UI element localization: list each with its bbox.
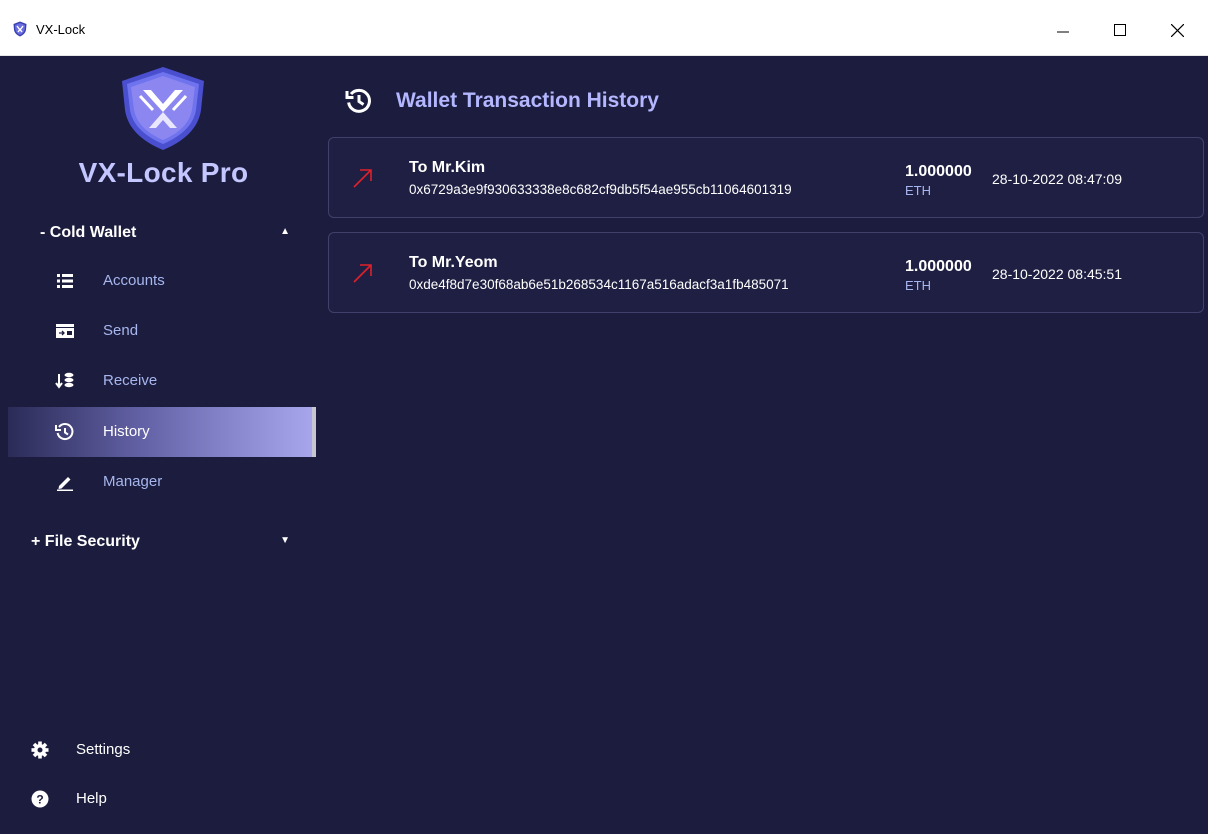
minimize-button[interactable] — [1040, 10, 1086, 50]
maximize-button[interactable] — [1097, 10, 1143, 50]
sidebar-item-receive[interactable]: Receive — [8, 356, 314, 406]
transaction-hash: 0x6729a3e9f930633338e8c682cf9db5f54ae955… — [409, 182, 792, 197]
gear-icon — [31, 741, 49, 759]
page-title: Wallet Transaction History — [396, 89, 659, 112]
help-label: Help — [76, 790, 107, 807]
transaction-unit: ETH — [905, 278, 931, 293]
sidebar-item-label: Send — [103, 322, 139, 339]
wallet-send-icon — [55, 321, 75, 341]
sidebar: VX-Lock Pro - Cold Wallet ▲ Accounts Sen… — [0, 56, 316, 834]
minimize-icon — [1057, 31, 1069, 33]
caret-up-icon: ▲ — [280, 226, 290, 237]
help-button[interactable]: ? Help — [0, 784, 316, 814]
group-label: + File Security — [31, 533, 140, 550]
brand-logo — [122, 67, 204, 150]
outgoing-arrow-icon — [353, 169, 372, 188]
window-title: VX-Lock — [36, 22, 86, 37]
pen-icon — [55, 472, 75, 492]
transaction-hash: 0xde4f8d7e30f68ab6e51b268534c1167a516ada… — [409, 277, 789, 292]
receive-coins-icon — [55, 371, 75, 391]
sidebar-item-send[interactable]: Send — [8, 306, 314, 356]
app-shield-icon — [13, 21, 27, 37]
transaction-card[interactable]: To Mr.Kim 0x6729a3e9f930633338e8c682cf9d… — [328, 137, 1204, 218]
transaction-amount: 1.000000 — [905, 163, 972, 180]
history-icon — [345, 88, 371, 113]
close-button[interactable] — [1154, 10, 1200, 50]
sidebar-item-history[interactable]: History — [8, 407, 316, 457]
group-file-security[interactable]: + File Security ▼ — [31, 533, 291, 557]
sidebar-item-accounts[interactable]: Accounts — [8, 256, 314, 306]
help-icon: ? — [31, 790, 49, 808]
settings-button[interactable]: Settings — [0, 735, 316, 765]
svg-text:?: ? — [36, 793, 43, 807]
sidebar-item-label: Receive — [103, 372, 158, 389]
transaction-amount: 1.000000 — [905, 258, 972, 275]
window-titlebar: VX-Lock — [0, 0, 1208, 56]
outgoing-arrow-icon — [353, 264, 372, 283]
brand-title: VX-Lock Pro — [78, 157, 249, 188]
main-content: Wallet Transaction History To Mr.Kim 0x6… — [316, 56, 1208, 834]
sidebar-item-manager[interactable]: Manager — [8, 457, 314, 507]
sidebar-item-label: Manager — [103, 473, 163, 490]
transaction-unit: ETH — [905, 183, 931, 198]
list-icon — [55, 271, 75, 291]
group-cold-wallet[interactable]: - Cold Wallet ▲ — [40, 224, 300, 248]
sidebar-item-label: Accounts — [103, 272, 165, 289]
settings-label: Settings — [76, 741, 131, 758]
history-icon — [55, 422, 75, 442]
maximize-icon — [1114, 24, 1126, 36]
transaction-date: 28-10-2022 08:47:09 — [992, 171, 1122, 187]
transaction-card[interactable]: To Mr.Yeom 0xde4f8d7e30f68ab6e51b268534c… — [328, 232, 1204, 313]
caret-down-icon: ▼ — [280, 535, 290, 546]
group-label: - Cold Wallet — [40, 224, 137, 241]
sidebar-item-label: History — [103, 423, 150, 440]
close-icon — [1170, 23, 1184, 37]
transaction-recipient: To Mr.Kim — [409, 159, 486, 176]
transaction-date: 28-10-2022 08:45:51 — [992, 266, 1122, 282]
transaction-recipient: To Mr.Yeom — [409, 254, 498, 271]
